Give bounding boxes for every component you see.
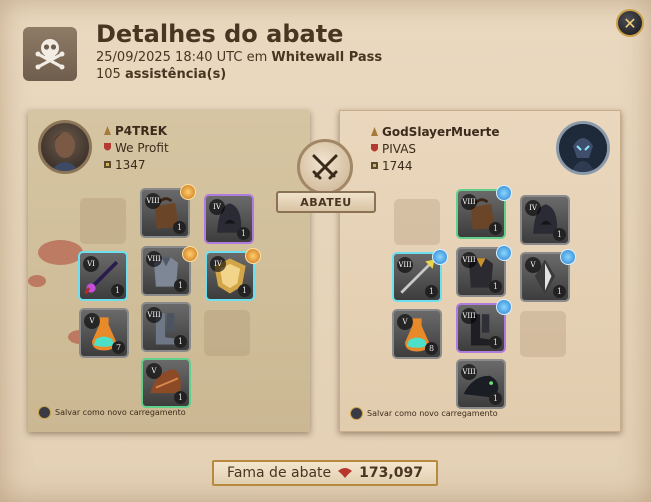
victim-guild[interactable]: PIVAS [370,142,416,156]
victim-mount-slot[interactable]: VIII 1 [456,359,506,409]
skull-icon [23,27,77,81]
item-count: 1 [553,228,566,241]
killer-panel: P4TREK We Profit 1347 VIII 1 IV 1 VI 1 V… [28,110,310,432]
item-count: 1 [237,227,250,240]
save-loadout-label: Salvar como novo carregamento [367,409,498,418]
tier-badge: VIII [146,307,162,323]
item-power-icon [104,161,111,168]
tier-badge: VI [83,256,99,272]
kill-timestamp-line: 25/09/2025 18:40 UTC em Whitewall Pass [96,50,382,65]
guild-crest-icon [371,144,378,152]
enchant-icon [560,249,576,265]
enchant-icon [496,299,512,315]
page-title: Detalhes do abate [96,20,344,48]
close-icon: ✕ [623,13,637,33]
killer-weapon-slot[interactable]: VI 1 [78,251,128,301]
tier-badge: IV [209,199,225,215]
item-count: 8 [425,342,438,355]
victim-panel: GodSlayerMuerte PIVAS 1744 VIII 1 IV 1 V… [339,110,621,432]
victim-item-power: 1744 [370,159,413,173]
guild-crest-icon [104,143,111,151]
item-count: 1 [174,279,187,292]
assists-label: assistência(s) [124,67,227,82]
close-button[interactable]: ✕ [616,9,644,37]
victim-save-loadout-button[interactable]: Salvar como novo carregamento [350,407,498,420]
assists-line: 105 assistência(s) [96,67,226,82]
killer-head-slot[interactable]: IV 1 [204,194,254,244]
empty-cape-slot [80,198,126,244]
fame-icon [338,468,353,478]
item-count: 1 [174,335,187,348]
enchant-icon [245,248,261,264]
tier-badge: VIII [146,251,162,267]
item-count: 1 [489,280,502,293]
killer-save-loadout-button[interactable]: Salvar como novo carregamento [38,406,186,419]
tier-badge: VIII [145,193,161,209]
empty-cape-slot [394,199,440,245]
killer-item-power: 1347 [103,158,146,172]
item-count: 1 [553,285,566,298]
tier-badge: V [525,257,541,273]
item-count: 1 [489,336,502,349]
victim-name[interactable]: GodSlayerMuerte [370,125,499,139]
location-prefix: em [246,50,268,65]
crossed-swords-icon [297,139,353,195]
killed-ribbon: ABATEU [276,191,376,213]
player-rank-icon [104,126,111,135]
killer-shoes-slot[interactable]: VIII 1 [141,302,191,352]
kill-location: Whitewall Pass [271,50,383,65]
empty-food-slot [204,310,250,356]
victim-potion-slot[interactable]: V 8 [392,309,442,359]
kill-fame-bar: Fama de abate 173,097 [212,460,438,486]
item-count: 7 [112,341,125,354]
item-count: 1 [173,221,186,234]
killer-name[interactable]: P4TREK [103,124,167,138]
loadout-icon [38,406,51,419]
victim-avatar[interactable] [556,121,610,175]
enchant-icon [432,249,448,265]
item-count: 1 [489,392,502,405]
tier-badge: VIII [461,364,477,380]
tier-badge: V [146,363,162,379]
victim-head-slot[interactable]: IV 1 [520,195,570,245]
killer-mount-slot[interactable]: V 1 [141,358,191,408]
item-count: 1 [489,222,502,235]
tier-badge: VIII [397,257,413,273]
player-rank-icon [371,127,378,136]
kill-fame-label: Fama de abate [227,465,332,481]
killed-label: ABATEU [300,195,352,209]
enchant-icon [496,185,512,201]
tier-badge: VIII [461,308,477,324]
enchant-icon [182,246,198,262]
loadout-icon [350,407,363,420]
empty-food-slot [520,311,566,357]
assists-count: 105 [96,67,121,82]
kill-fame-value: 173,097 [359,465,423,481]
item-count: 1 [111,284,124,297]
item-count: 1 [425,285,438,298]
tier-badge: V [397,314,413,330]
enchant-icon [496,245,512,261]
killer-avatar[interactable] [38,120,92,174]
tier-badge: V [84,313,100,329]
tier-badge: VIII [461,194,477,210]
kill-datetime: 25/09/2025 18:40 UTC [96,50,243,65]
item-count: 1 [174,391,187,404]
killer-guild[interactable]: We Profit [103,141,169,155]
tier-badge: IV [210,256,226,272]
blood-splatter [28,275,46,287]
item-count: 1 [238,284,251,297]
item-power-icon [371,162,378,169]
killer-potion-slot[interactable]: V 7 [79,308,129,358]
tier-badge: VIII [461,252,477,268]
save-loadout-label: Salvar como novo carregamento [55,408,186,417]
tier-badge: IV [525,200,541,216]
blood-splatter [38,240,83,265]
enchant-icon [180,184,196,200]
